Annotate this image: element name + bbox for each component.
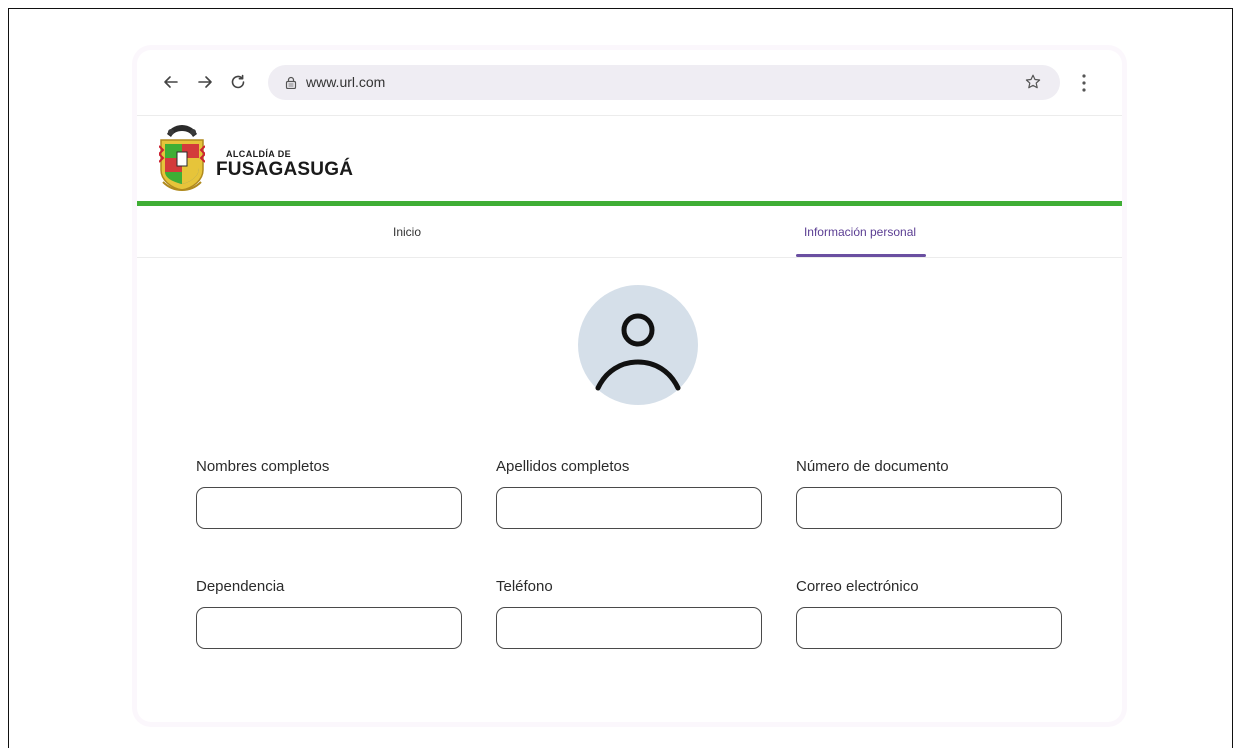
apellidos-input[interactable]: [496, 487, 762, 529]
brand-line-1: ALCALDÍA DE: [226, 149, 292, 159]
browser-window: www.url.com ALCALDÍA DE FUSAGASUGÁ Inici…: [137, 50, 1122, 722]
back-button[interactable]: [160, 71, 182, 93]
field-numero-documento: Número de documento: [796, 457, 1062, 529]
tab-inicio[interactable]: Inicio: [137, 206, 677, 258]
site-header: ALCALDÍA DE FUSAGASUGÁ: [137, 116, 1122, 206]
field-nombres: Nombres completos: [196, 457, 462, 529]
telefono-input[interactable]: [496, 607, 762, 649]
tab-bar: Inicio Información personal: [137, 206, 1122, 258]
field-dependencia: Dependencia: [196, 577, 462, 649]
arrow-left-icon: [164, 76, 178, 88]
active-tab-indicator: [796, 254, 926, 257]
lock-icon: [285, 76, 297, 89]
forward-button[interactable]: [194, 71, 216, 93]
star-icon[interactable]: [1024, 73, 1042, 91]
user-avatar-icon: [595, 313, 681, 391]
field-apellidos: Apellidos completos: [496, 457, 762, 529]
telefono-label: Teléfono: [496, 578, 553, 595]
arrow-right-icon: [198, 76, 212, 88]
address-bar[interactable]: www.url.com: [268, 65, 1060, 100]
browser-toolbar: www.url.com: [137, 50, 1122, 116]
numero-documento-input[interactable]: [796, 487, 1062, 529]
correo-input[interactable]: [796, 607, 1062, 649]
field-telefono: Teléfono: [496, 577, 762, 649]
dependencia-label: Dependencia: [196, 578, 285, 595]
nombres-input[interactable]: [196, 487, 462, 529]
coat-of-arms-logo[interactable]: [159, 124, 205, 192]
kebab-menu-icon[interactable]: [1081, 72, 1087, 94]
field-correo: Correo electrónico: [796, 577, 1062, 649]
correo-label: Correo electrónico: [796, 578, 919, 595]
dependencia-input[interactable]: [196, 607, 462, 649]
url-text: www.url.com: [306, 74, 386, 90]
reload-icon: [231, 74, 245, 89]
brand-line-2: FUSAGASUGÁ: [216, 159, 354, 180]
numero-documento-label: Número de documento: [796, 458, 949, 475]
avatar[interactable]: [578, 285, 698, 405]
tab-informacion-personal[interactable]: Información personal: [685, 206, 1035, 258]
reload-button[interactable]: [227, 71, 249, 93]
nombres-label: Nombres completos: [196, 458, 330, 475]
apellidos-label: Apellidos completos: [496, 458, 630, 475]
